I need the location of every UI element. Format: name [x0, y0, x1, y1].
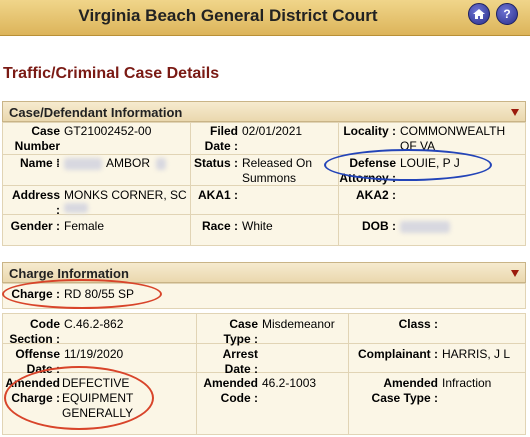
collapse-triangle-icon[interactable]: [511, 109, 519, 116]
defense-attorney-highlight: [324, 149, 492, 181]
home-icon[interactable]: [468, 3, 490, 25]
gender-value: Female: [64, 219, 105, 233]
complainant-label: Complainant :: [358, 347, 438, 361]
locality-label: Locality :: [343, 124, 396, 138]
code-section-value: C.46.2-862: [64, 317, 124, 331]
race-label: Race :: [201, 219, 238, 233]
case-section-header[interactable]: Case/Defendant Information: [2, 101, 526, 122]
redacted-dob: [400, 221, 450, 233]
name-label: Name :: [19, 156, 60, 170]
offense-date-value: 11/19/2020: [64, 347, 124, 361]
help-icon[interactable]: ?: [496, 3, 518, 25]
charge-highlight: [2, 279, 162, 309]
address-label: Address :: [11, 188, 60, 217]
class-label: Class :: [398, 317, 438, 331]
dob-label: DOB :: [362, 219, 396, 233]
amended-case-type-label: Amended Case Type :: [371, 376, 438, 405]
amended-case-type-value: Infraction: [442, 376, 492, 390]
page-title: Traffic/Criminal Case Details: [3, 65, 220, 82]
code-section-label: Code Section :: [9, 317, 60, 346]
case-number-value: GT21002452-00: [64, 124, 152, 138]
amended-code-value: 46.2-1003: [262, 376, 317, 390]
redacted-address-line: [64, 203, 88, 213]
status-label: Status :: [193, 156, 238, 170]
filed-date-label: Filed Date :: [204, 124, 238, 153]
address-value: MONKS CORNER, SC: [64, 188, 187, 202]
arrest-date-label: Arrest Date :: [222, 347, 258, 376]
name-value: AMBOR: [106, 156, 151, 170]
filed-date-value: 02/01/2021: [242, 124, 303, 138]
gender-label: Gender :: [10, 219, 60, 233]
aka1-label: AKA1 :: [197, 188, 238, 202]
case-type-value: Misdemeanor: [262, 317, 335, 331]
amended-code-label: Amended Code :: [203, 376, 258, 405]
case-type-label: Case Type :: [223, 317, 258, 346]
redacted-first-name: [64, 158, 102, 170]
collapse-triangle-icon[interactable]: [511, 270, 519, 277]
case-section-title: Case/Defendant Information: [9, 105, 183, 120]
complainant-value: HARRIS, J L: [442, 347, 511, 361]
court-name: Virginia Beach General District Court: [78, 6, 378, 25]
redacted-name-suffix: [156, 158, 166, 170]
race-value: White: [242, 219, 273, 233]
aka2-label: AKA2 :: [355, 188, 396, 202]
status-value: Released On Summons: [242, 156, 313, 185]
amended-charge-highlight: [4, 366, 154, 430]
header-bar: Virginia Beach General District Court ?: [0, 0, 530, 36]
